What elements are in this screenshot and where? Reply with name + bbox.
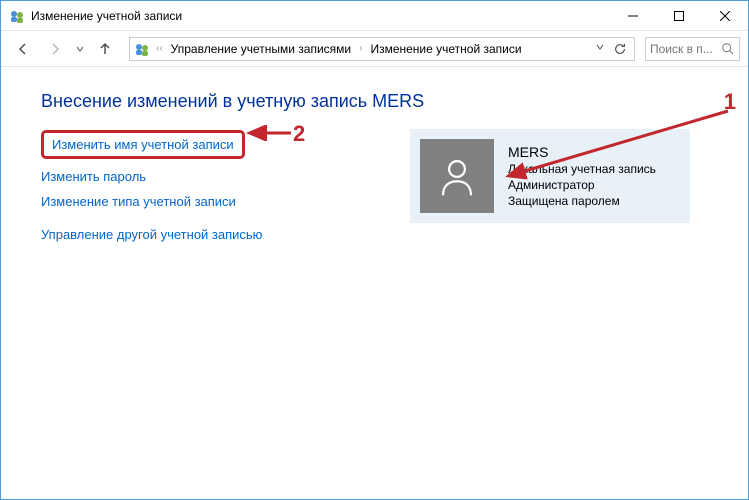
manage-other-link[interactable]: Управление другой учетной записью <box>41 227 262 242</box>
content-area: Внесение изменений в учетную запись MERS… <box>1 67 748 499</box>
change-name-link[interactable]: Изменить имя учетной записи <box>41 130 245 159</box>
window-title: Изменение учетной записи <box>31 9 610 23</box>
page-heading: Внесение изменений в учетную запись MERS <box>41 91 708 112</box>
up-button[interactable] <box>91 35 119 63</box>
close-button[interactable] <box>702 1 748 30</box>
chevron-right-icon: › <box>357 43 364 54</box>
account-protection: Защищена паролем <box>508 194 656 208</box>
search-icon <box>721 42 735 56</box>
breadcrumb-part-1[interactable]: Управление учетными записями <box>169 42 353 56</box>
annotation-1: 1 <box>724 89 736 115</box>
breadcrumb-sep-icon: ‹‹ <box>154 43 165 54</box>
back-button[interactable] <box>9 35 37 63</box>
account-role: Администратор <box>508 178 656 192</box>
chevron-down-icon[interactable] <box>594 43 606 54</box>
account-info: MERS Локальная учетная запись Администра… <box>508 139 656 213</box>
forward-button[interactable] <box>41 35 69 63</box>
window-controls <box>610 1 748 30</box>
person-icon <box>436 155 478 197</box>
account-card: MERS Локальная учетная запись Администра… <box>410 129 690 223</box>
navbar: ‹‹ Управление учетными записями › Измене… <box>1 31 748 67</box>
change-type-link[interactable]: Изменение типа учетной записи <box>41 194 236 209</box>
searchbox[interactable] <box>645 37 740 61</box>
titlebar-icon <box>9 8 25 24</box>
users-icon <box>134 41 150 57</box>
account-type: Локальная учетная запись <box>508 162 656 176</box>
search-input[interactable] <box>650 42 717 56</box>
titlebar: Изменение учетной записи <box>1 1 748 31</box>
maximize-button[interactable] <box>656 1 702 30</box>
minimize-button[interactable] <box>610 1 656 30</box>
avatar <box>420 139 494 213</box>
refresh-button[interactable] <box>610 39 630 59</box>
change-password-link[interactable]: Изменить пароль <box>41 169 146 184</box>
breadcrumb-part-2[interactable]: Изменение учетной записи <box>368 42 523 56</box>
account-name: MERS <box>508 144 656 160</box>
addressbar[interactable]: ‹‹ Управление учетными записями › Измене… <box>129 37 635 61</box>
history-chevron-icon[interactable] <box>73 45 87 53</box>
